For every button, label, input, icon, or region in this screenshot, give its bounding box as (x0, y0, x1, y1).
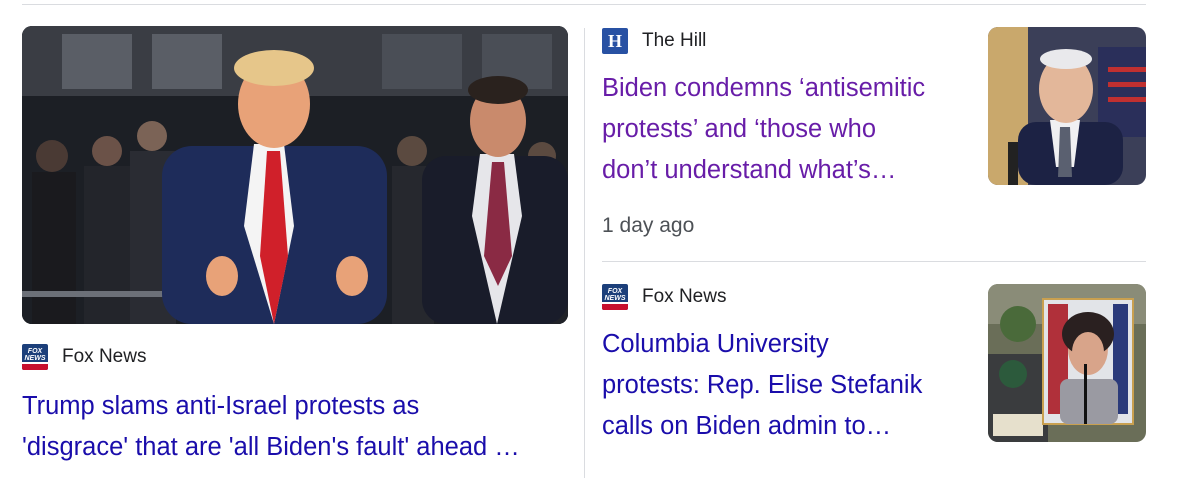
side-story-1-timestamp: 1 day ago (602, 214, 695, 237)
side-story-2-source: FOX NEWS Fox News (602, 284, 726, 310)
top-divider (22, 4, 1146, 5)
fox-news-logo-icon: FOX NEWS (22, 344, 48, 370)
fox-news-logo-icon: FOX NEWS (602, 284, 628, 310)
side-story-1-source: H The Hill (602, 28, 706, 54)
column-divider (584, 28, 585, 478)
main-story-image[interactable] (22, 26, 568, 324)
side-story-2-thumbnail[interactable] (988, 284, 1146, 442)
story-divider (602, 261, 1146, 262)
side-story-1-headline[interactable]: Biden condemns ‘antisemitic protests’ an… (602, 68, 925, 191)
side-story-2-headline[interactable]: Columbia University protests: Rep. Elise… (602, 324, 922, 447)
main-story-card[interactable]: FOX NEWS Fox News Trump slams anti-Israel… (22, 26, 568, 476)
main-story-headline[interactable]: Trump slams anti-Israel protests as 'dis… (22, 386, 520, 468)
side-story-2-source-name: Fox News (642, 286, 727, 307)
main-story-source: FOX NEWS Fox News (22, 344, 146, 370)
main-story-source-name: Fox News (62, 346, 147, 367)
side-story-1-source-name: The Hill (642, 30, 707, 51)
the-hill-logo-icon: H (602, 28, 628, 54)
side-story-1-thumbnail[interactable] (988, 27, 1146, 185)
